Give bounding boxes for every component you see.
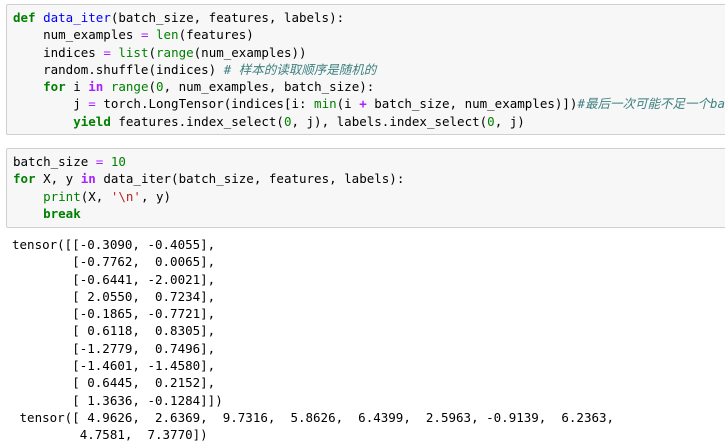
output-line: tensor([ 4.9626, 2.6369, 9.7316, 5.8626,…: [12, 409, 615, 425]
code-token: batch_size: [13, 154, 96, 169]
code-token: range: [156, 44, 194, 60]
code-token: '\n': [110, 188, 141, 204]
code-line: print(X, '\n', y): [13, 188, 725, 205]
code-line: indices = list(range(num_examples)): [13, 44, 725, 61]
code-token: features.index_select(: [110, 113, 284, 129]
output-line: [-0.1865, -0.7721],: [12, 306, 216, 322]
code-token: , j), labels.index_select(: [291, 113, 488, 129]
code-token: in: [88, 79, 104, 95]
code-token: min: [314, 96, 337, 112]
output-line: [-1.4601, -1.4580],: [12, 358, 216, 374]
code-token: yield: [73, 113, 111, 129]
output-line: [ 2.0550, 0.7234],: [12, 288, 216, 304]
code-token: (: [148, 44, 157, 60]
code-token: 10: [110, 154, 126, 169]
code-line: batch_size = 10: [13, 153, 725, 170]
code-line: break: [13, 205, 725, 222]
code-token: in: [80, 171, 96, 187]
code-token: =: [88, 96, 96, 112]
code-token: indices: [13, 44, 104, 60]
code-token: print: [43, 188, 81, 204]
code-token: (num_examples)): [193, 44, 307, 60]
output-line: [ 0.6118, 0.8305],: [12, 323, 216, 339]
code-token: data_iter: [43, 10, 111, 25]
code-token: +: [359, 96, 367, 112]
code-cell-batch-loop[interactable]: batch_size = 10 for X, y in data_iter(bat…: [6, 148, 725, 228]
code-token: def: [13, 10, 36, 25]
code-line: def data_iter(batch_size, features, labe…: [13, 9, 725, 26]
code-token: , y): [140, 188, 172, 204]
code-token: 0: [156, 79, 164, 95]
code-line: yield features.index_select( 0, j), label…: [13, 113, 725, 130]
code-token: torch.LongTensor(indices[i:: [95, 96, 315, 112]
code-token: (i: [336, 96, 360, 112]
output-line: [ 0.6445, 0.2152],: [12, 375, 216, 391]
output-line: [-1.2779, 0.7496],: [12, 340, 216, 356]
code-token: (features): [178, 27, 254, 43]
code-line: for i in range(0, num_examples, batch_si…: [13, 78, 725, 95]
code-token: , j): [494, 113, 525, 129]
code-token: num_examples: [13, 27, 141, 43]
code-cell-data-iter[interactable]: def data_iter(batch_size, features, labe…: [6, 4, 725, 135]
output-line: [-0.7762, 0.0065],: [12, 254, 216, 270]
output-line: 4.7581, 7.3770]): [12, 427, 208, 443]
code-token: =: [103, 44, 111, 60]
code-token: i: [65, 79, 89, 95]
code-token: list: [118, 44, 149, 60]
code-line: random.shuffle(indices) # 样本的读取顺序是随机的: [13, 61, 725, 78]
code-line: j = torch.LongTensor(indices[i: min(i + …: [13, 95, 725, 112]
code-token: X, y: [35, 171, 81, 187]
code-token: for: [13, 171, 36, 187]
code-editor[interactable]: batch_size = 10 for X, y in data_iter(bat…: [13, 153, 725, 222]
code-line: for X, y in data_iter(batch_size, featur…: [13, 170, 725, 187]
code-token: (X,: [80, 188, 111, 204]
code-token: batch_size, num_examples)]): [366, 96, 578, 112]
code-line: num_examples = len(features): [13, 26, 725, 43]
code-token: (: [148, 79, 157, 95]
code-token: break: [43, 205, 81, 221]
code-token: j: [13, 96, 89, 112]
cell-output: tensor([[-0.3090, -0.4055], [-0.7762, 0.…: [12, 236, 725, 444]
output-line: [ 1.3636, -0.1284]]): [12, 392, 223, 408]
code-token: #最后一次可能不足一个batch: [577, 96, 725, 112]
code-token: random.shuffle(indices): [13, 61, 224, 77]
code-token: range: [110, 79, 149, 95]
code-token: for: [43, 79, 66, 95]
code-editor[interactable]: def data_iter(batch_size, features, labe…: [13, 9, 725, 130]
code-token: len: [156, 27, 179, 43]
code-token: 0: [487, 113, 495, 129]
output-line: tensor([[-0.3090, -0.4055],: [12, 237, 216, 252]
code-token: , num_examples, batch_size):: [163, 79, 375, 95]
output-line: [-0.6441, -2.0021],: [12, 271, 216, 287]
code-token: data_iter(batch_size, features, labels):: [95, 171, 405, 187]
code-token: # 样本的读取顺序是随机的: [223, 61, 377, 77]
code-token: (batch_size, features, labels):: [110, 10, 345, 25]
